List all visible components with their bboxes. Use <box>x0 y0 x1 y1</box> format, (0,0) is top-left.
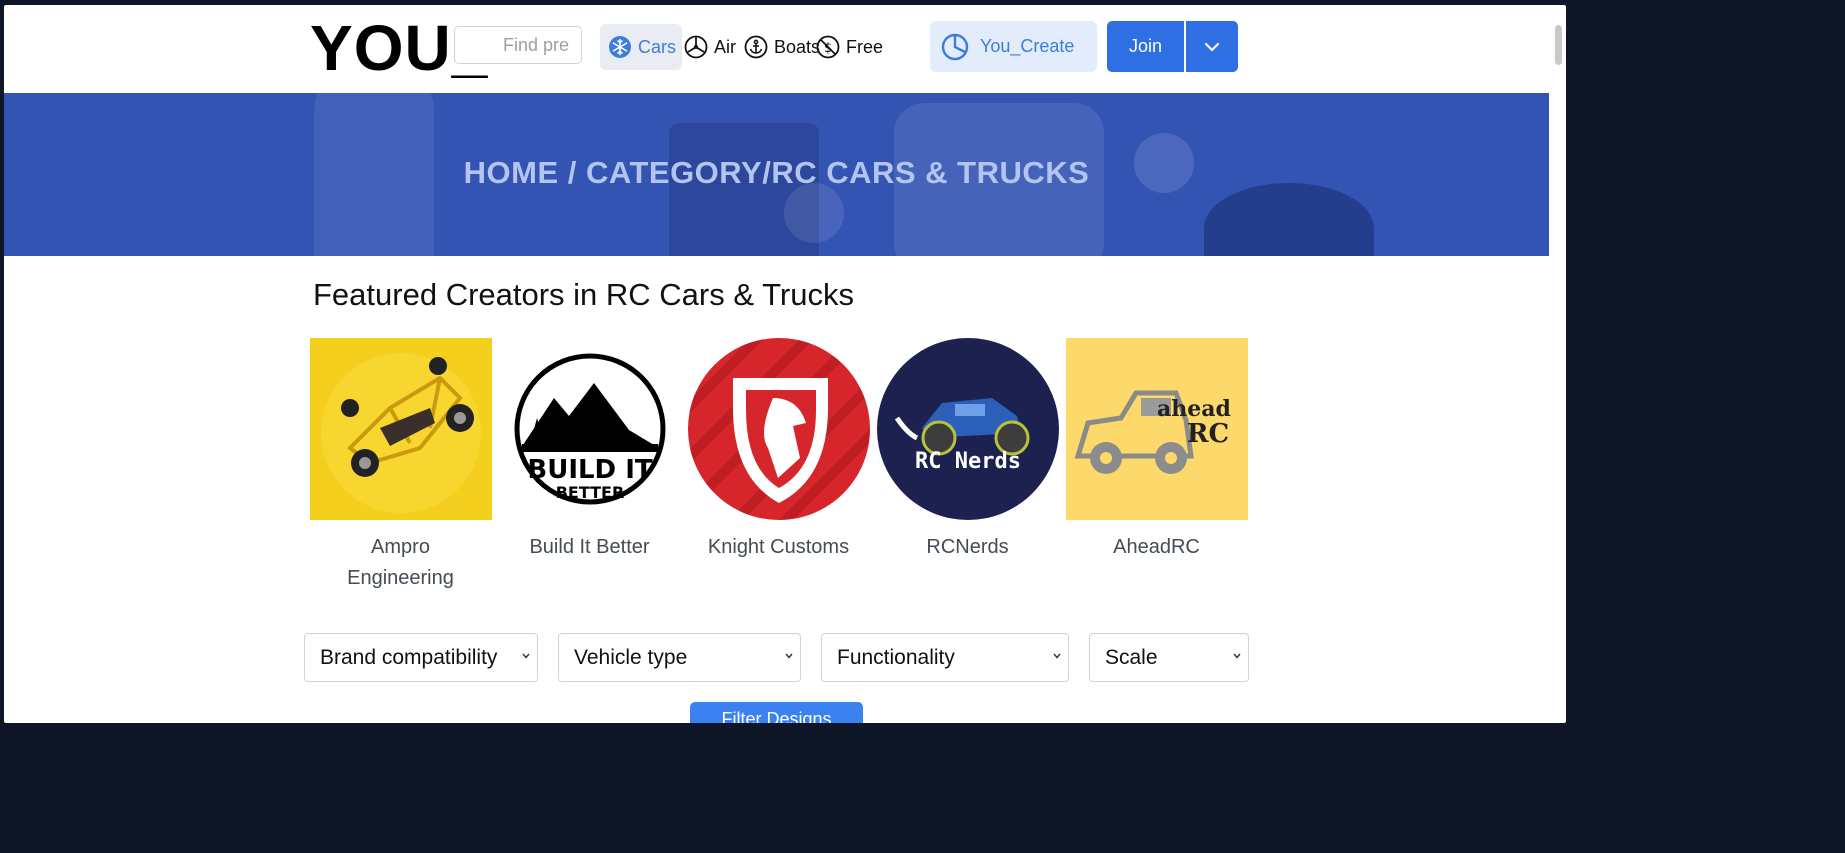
scrollbar[interactable] <box>1555 25 1562 65</box>
creator-image <box>309 338 492 520</box>
nav-item-cars[interactable]: Cars <box>600 24 683 70</box>
breadcrumb-separator: / <box>762 155 772 190</box>
nav-item-boats[interactable]: Boats <box>744 24 820 70</box>
filter-functionality[interactable]: Functionality <box>821 633 1069 682</box>
you-create-label: You_Create <box>980 36 1075 56</box>
filter-label: Vehicle type <box>574 645 688 669</box>
creator-card[interactable]: RC Nerds RCNerds <box>873 338 1062 594</box>
filter-label: Functionality <box>837 645 955 669</box>
creator-logo: RC Nerds <box>876 338 1059 520</box>
breadcrumb-current: RC CARS & TRUCKS <box>771 155 1090 190</box>
nav-label-cars: Cars <box>638 36 677 57</box>
nav-item-free[interactable]: $ Free <box>816 24 883 70</box>
filter-brand-compatibility[interactable]: Brand compatibility <box>304 633 538 682</box>
section-title: Featured Creators in RC Cars & Trucks <box>313 277 854 312</box>
snowflake-icon <box>609 36 631 58</box>
nav-label-air: Air <box>714 36 736 57</box>
filter-designs-button[interactable]: Filter Designs <box>690 702 863 723</box>
creator-name: RCNerds <box>926 536 1009 558</box>
search-input[interactable] <box>454 26 582 64</box>
creator-logo <box>687 338 870 520</box>
creator-name: Build It Better <box>529 536 650 558</box>
chevron-down-icon <box>1053 653 1061 659</box>
creator-name: Knight Customs <box>707 536 850 558</box>
you-create-button[interactable]: You_Create <box>930 21 1097 72</box>
banner-decoration <box>784 183 844 243</box>
chevron-down-icon <box>1204 42 1220 52</box>
creator-card[interactable]: ahead RC AheadRC <box>1062 338 1251 594</box>
category-banner: HOME / CATEGORY/RC CARS & TRUCKS <box>4 93 1549 256</box>
anchor-icon <box>744 35 768 59</box>
creator-name: AheadRC <box>1113 536 1200 558</box>
creator-logo: ahead RC <box>1065 338 1248 520</box>
banner-decoration <box>1204 183 1374 256</box>
nav-label-boats: Boats <box>774 36 821 57</box>
creator-logo-text: RC Nerds <box>915 449 1021 474</box>
creator-card[interactable]: Knight Customs <box>684 338 873 594</box>
propeller-icon <box>684 35 708 59</box>
filter-label: Brand compatibility <box>320 645 498 669</box>
no-dollar-icon: $ <box>816 35 840 59</box>
creator-logo: BUILD IT BETTER <box>498 338 681 520</box>
creator-name: Ampro Engineering <box>347 536 454 589</box>
nav-item-air[interactable]: Air <box>684 24 736 70</box>
filter-vehicle-type[interactable]: Vehicle type <box>558 633 801 682</box>
creator-card[interactable]: BUILD IT BETTER Build It Better <box>495 338 684 594</box>
chevron-down-icon <box>785 653 793 659</box>
breadcrumb-category[interactable]: CATEGORY <box>586 155 762 190</box>
creator-logo-text: RC <box>1186 419 1228 449</box>
creator-logo-text: BETTER <box>555 483 624 502</box>
pie-chart-icon <box>941 33 969 60</box>
chevron-down-icon <box>522 653 530 659</box>
filter-scale[interactable]: Scale <box>1089 633 1249 682</box>
creator-logo-text: BUILD IT <box>527 455 652 485</box>
creator-card[interactable]: Ampro Engineering <box>306 338 495 594</box>
nav-label-free: Free <box>846 36 884 57</box>
breadcrumb-home[interactable]: HOME <box>464 155 559 190</box>
join-button[interactable]: Join <box>1107 21 1184 72</box>
join-dropdown-toggle[interactable] <box>1186 21 1238 72</box>
breadcrumb-separator: / <box>558 155 586 190</box>
chevron-down-icon <box>1233 653 1241 659</box>
filter-label: Scale <box>1105 645 1158 669</box>
featured-creators-list: Ampro Engineering BUILD IT BETTER Build … <box>306 338 1251 594</box>
breadcrumb: HOME / CATEGORY/RC CARS & TRUCKS <box>4 155 1549 191</box>
browser-window: YOU_ Cars Air <box>4 5 1566 723</box>
